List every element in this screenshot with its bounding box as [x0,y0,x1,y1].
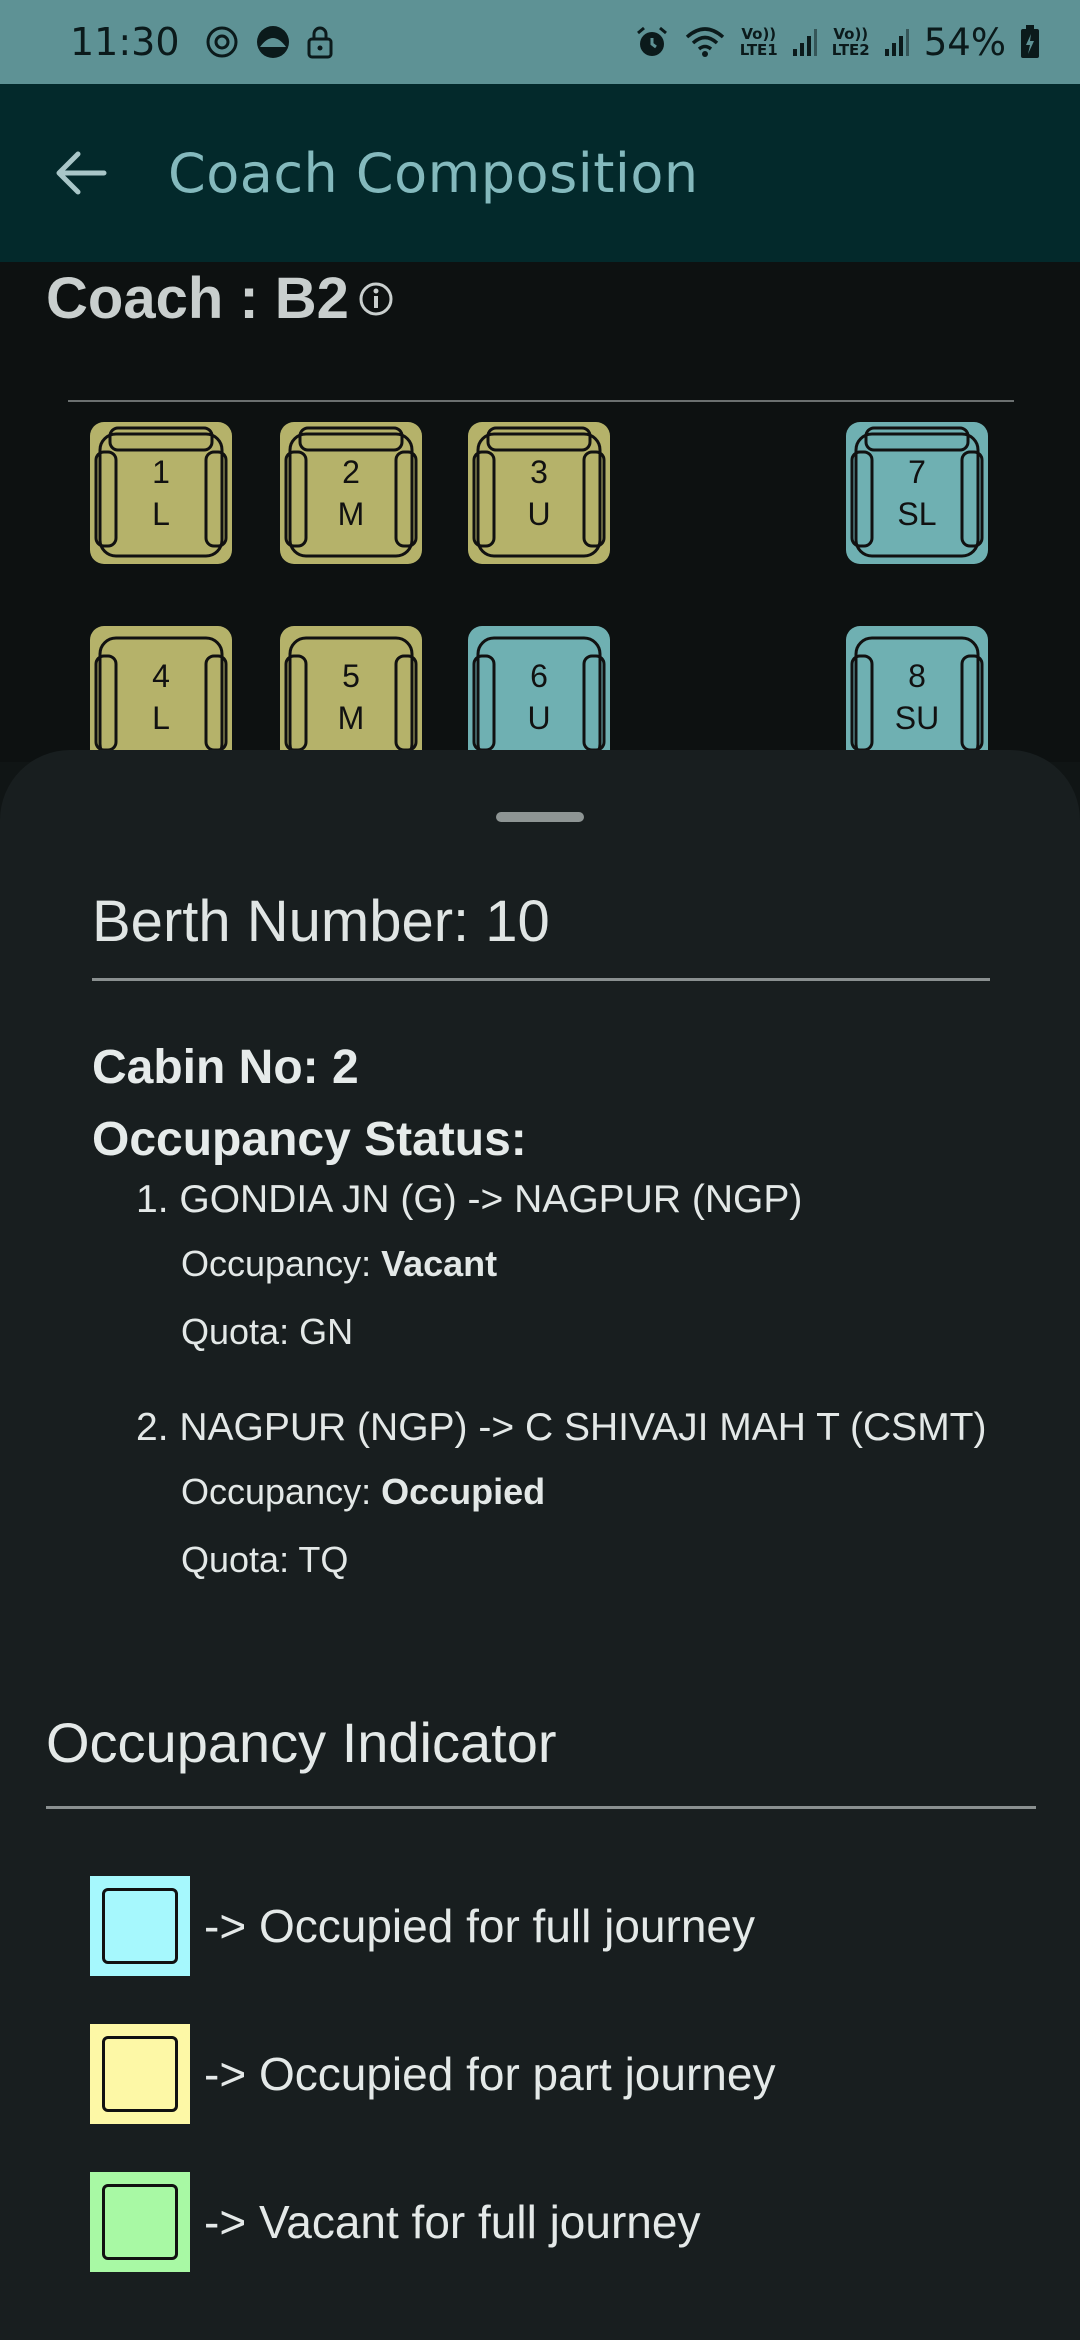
legend-text: -> Occupied for part journey [204,2048,776,2100]
segment-quota: Quota: TQ [181,1539,349,1580]
berth-number: 6 [530,658,548,694]
berth-number: 5 [342,658,360,694]
cabin-number: Cabin No: 2 [92,1041,359,1094]
occupancy-indicator-title: Occupancy Indicator [46,1711,557,1774]
drag-handle[interactable] [496,812,584,822]
berth-type: M [337,496,365,532]
coach-title: Coach : B2 [46,262,395,334]
app-bar: Coach Composition [0,84,1080,262]
segment-route: 2. NAGPUR (NGP) -> C SHIVAJI MAH T (CSMT… [136,1406,987,1449]
berth-1[interactable]: 1 L [90,422,232,564]
occupancy-label: Occupancy: [181,1471,382,1512]
occupancy-value: Occupied [381,1471,546,1512]
sim1-network-label: Vo)) LTE1 [740,26,778,58]
status-right: Vo)) LTE1 Vo)) LTE2 54% [634,21,1040,64]
status-left: 11:30 [70,20,334,64]
journey-segment-2: 2. NAGPUR (NGP) -> C SHIVAJI MAH T (CSMT… [136,1398,996,1594]
legend-swatch-yellow [90,2024,190,2124]
coach-label: Coach : B2 [46,265,349,331]
berth-type: U [527,700,551,736]
info-icon[interactable] [357,265,395,332]
occupancy-label: Occupancy: [181,1243,382,1284]
arrow-left-icon [56,151,107,195]
berth-grid: 1 L 2 M 3 U 7 SL 4 L 5 M 6 U 8 SU [68,400,1014,800]
berth-8[interactable]: 8 SU [846,626,988,768]
segment-route: 1. GONDIA JN (G) -> NAGPUR (NGP) [136,1178,803,1221]
legend-swatch-cyan [90,1876,190,1976]
sim1-lte: LTE1 [739,41,778,59]
berth-number: 1 [152,454,170,490]
berth-5[interactable]: 5 M [280,626,422,768]
signal-icon [884,27,910,57]
berth-details-sheet: Berth Number: 10 Cabin No: 2 Occupancy S… [0,750,1080,2340]
journey-segment-1: 1. GONDIA JN (G) -> NAGPUR (NGP) Occupan… [136,1170,996,1366]
berth-type: SU [894,700,940,736]
divider [92,978,990,981]
berth-type: M [337,700,365,736]
battery-charging-icon [1020,25,1040,59]
berth-type: SL [897,496,937,532]
berth-number-heading: Berth Number: 10 [92,889,550,954]
legend-occupied-full: -> Occupied for full journey [90,1876,755,1976]
legend-vacant-full: -> Vacant for full journey [90,2172,700,2272]
berth-6[interactable]: 6 U [468,626,610,768]
sim2-lte: LTE2 [831,41,870,59]
page-title: Coach Composition [168,141,699,205]
coach-layout: Coach : B2 1 L 2 M 3 U 7 SL 4 L 5 M 6 U … [0,262,1080,768]
back-button[interactable] [36,128,126,218]
berth-type: L [152,700,170,736]
legend-text: -> Occupied for full journey [204,1900,755,1952]
berth-number: 4 [152,658,170,694]
berth-number: 7 [908,454,926,490]
sim2-network-label: Vo)) LTE2 [832,26,870,58]
berth-number: 3 [530,454,548,490]
alarm-icon [634,24,670,60]
berth-3[interactable]: 3 U [468,422,610,564]
segment-occupancy: Occupancy: Vacant [181,1230,996,1298]
berth-2[interactable]: 2 M [280,422,422,564]
berth-7[interactable]: 7 SL [846,422,988,564]
data-saver-icon [204,24,240,60]
divider [46,1806,1036,1809]
berth-type: U [527,496,551,532]
battery-percent: 54% [923,20,1006,64]
segment-occupancy: Occupancy: Occupied [181,1458,996,1526]
legend-occupied-part: -> Occupied for part journey [90,2024,775,2124]
legend-text: -> Vacant for full journey [204,2196,701,2248]
occupancy-value: Vacant [381,1243,498,1284]
wifi-icon [684,25,726,59]
segment-quota: Quota: GN [181,1311,354,1352]
signal-icon [792,27,818,57]
berth-4[interactable]: 4 L [90,626,232,768]
legend-swatch-green [90,2172,190,2272]
occupancy-status-label: Occupancy Status: [92,1113,527,1166]
berth-number: 8 [908,658,926,694]
vpn-icon [254,23,292,61]
status-time: 11:30 [70,20,180,64]
berth-number: 2 [342,454,360,490]
lock-icon [306,24,334,60]
status-bar: 11:30 Vo)) LTE1 Vo)) LTE2 54% [0,0,1080,84]
berth-type: L [152,496,170,532]
